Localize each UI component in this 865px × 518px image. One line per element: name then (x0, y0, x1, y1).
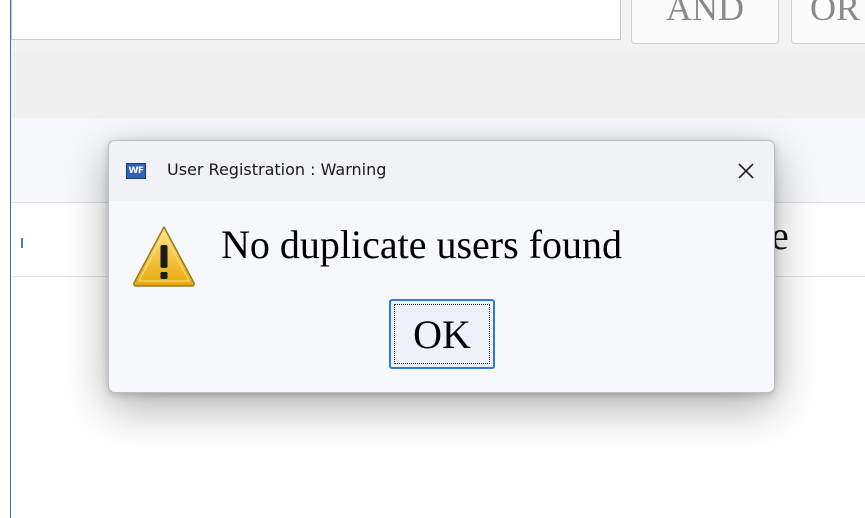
dialog-title: User Registration : Warning (167, 160, 387, 179)
ok-button-label: OK (394, 304, 490, 364)
app-logo-icon: WF (126, 163, 146, 179)
close-icon (738, 163, 754, 179)
dialog-message: No duplicate users found (221, 222, 623, 267)
query-input[interactable] (11, 0, 621, 40)
ok-button[interactable]: OK (389, 299, 495, 369)
and-operator-button[interactable]: AND (631, 0, 779, 44)
warning-icon (133, 226, 195, 287)
secondary-toolbar (11, 52, 865, 119)
warning-dialog: WF User Registration : Warning No duplic… (108, 140, 775, 393)
close-button[interactable] (718, 149, 774, 193)
or-operator-button[interactable]: OR (791, 0, 865, 44)
search-toolbar: AND OR (11, 0, 865, 53)
selection-marker (21, 238, 23, 248)
dialog-titlebar[interactable]: WF User Registration : Warning (109, 141, 774, 201)
